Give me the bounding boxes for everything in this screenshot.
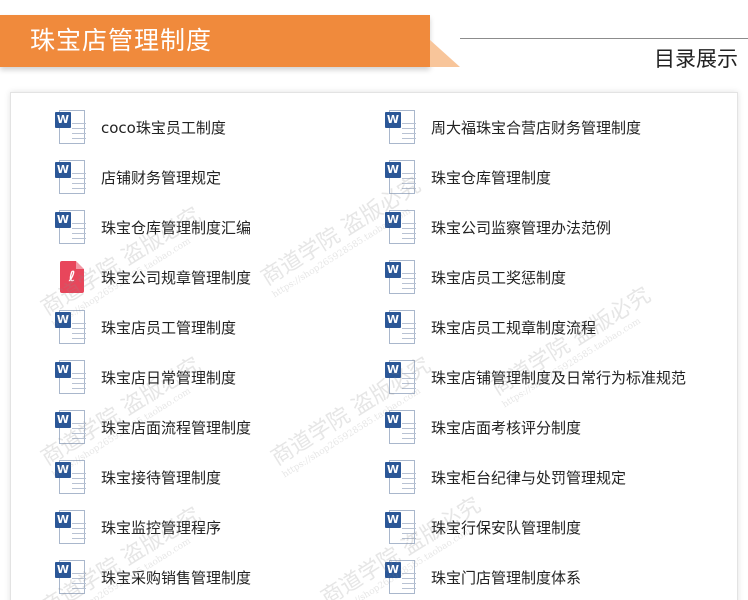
file-item[interactable]: W 珠宝监控管理程序 [11,503,341,553]
word-doc-icon: W [385,210,419,246]
word-doc-icon: W [385,360,419,396]
word-doc-icon: W [55,360,89,396]
file-name: coco珠宝员工制度 [101,119,226,137]
file-item[interactable]: W 珠宝店员工奖惩制度 [341,253,701,303]
file-name: 珠宝公司监察管理办法范例 [431,219,612,237]
file-item[interactable]: W 店铺财务管理规定 [11,153,341,203]
file-item[interactable]: ℓ 珠宝公司规章管理制度 [11,253,341,303]
file-item[interactable]: W 珠宝店面流程管理制度 [11,403,341,453]
file-name: 珠宝店员工规章制度流程 [431,319,597,337]
word-doc-icon: W [55,560,89,596]
word-doc-icon: W [385,110,419,146]
file-name: 珠宝仓库管理制度汇编 [101,219,252,237]
file-name: 珠宝店日常管理制度 [101,369,237,387]
file-name: 珠宝监控管理程序 [101,519,222,537]
header: 珠宝店管理制度 目录展示 [0,0,748,84]
pdf-icon: ℓ [55,260,89,296]
word-doc-icon: W [55,510,89,546]
file-item[interactable]: W 珠宝柜台纪律与处罚管理规定 [341,453,701,503]
word-doc-icon: W [385,260,419,296]
word-doc-icon: W [55,160,89,196]
file-item[interactable]: W 珠宝公司监察管理办法范例 [341,203,701,253]
page: 珠宝店管理制度 目录展示 Wcoco珠宝员工制度 W 店铺财务管理规定 W 珠宝仓库管理… [0,0,748,600]
file-item[interactable]: W 珠宝行保安队管理制度 [341,503,701,553]
file-name: 珠宝柜台纪律与处罚管理规定 [431,469,627,487]
header-divider [460,38,748,39]
word-doc-icon: W [55,110,89,146]
file-item[interactable]: W 珠宝店员工规章制度流程 [341,303,701,353]
file-name: 珠宝行保安队管理制度 [431,519,582,537]
file-item[interactable]: W 珠宝接待管理制度 [11,453,341,503]
file-item[interactable]: W 珠宝店员工管理制度 [11,303,341,353]
file-name: 珠宝门店管理制度体系 [431,569,582,587]
page-subtitle: 目录展示 [654,47,738,71]
file-name: 珠宝店铺管理制度及日常行为标准规范 [431,369,687,387]
file-item[interactable]: W 珠宝门店管理制度体系 [341,553,701,600]
file-item[interactable]: W 珠宝仓库管理制度汇编 [11,203,341,253]
file-item[interactable]: W 周大福珠宝合营店财务管理制度 [341,103,701,153]
word-doc-icon: W [55,310,89,346]
word-doc-icon: W [55,460,89,496]
file-grid: Wcoco珠宝员工制度 W 店铺财务管理规定 W 珠宝仓库管理制度汇编 ℓ 珠宝公司规章管理… [11,103,701,600]
file-name: 珠宝店员工奖惩制度 [431,269,567,287]
file-name: 珠宝接待管理制度 [101,469,222,487]
word-doc-icon: W [385,560,419,596]
word-doc-icon: W [55,410,89,446]
file-name: 珠宝仓库管理制度 [431,169,552,187]
file-name: 珠宝店面考核评分制度 [431,419,582,437]
file-item[interactable]: W 珠宝店面考核评分制度 [341,403,701,453]
title-banner-arrow [430,40,460,67]
word-doc-icon: W [55,210,89,246]
word-doc-icon: W [385,510,419,546]
file-column-right: W 周大福珠宝合营店财务管理制度 W 珠宝仓库管理制度 W 珠宝公司监察管理办法范例 W 珠宝… [341,103,701,600]
page-title: 珠宝店管理制度 [30,26,213,55]
file-item[interactable]: W 珠宝店铺管理制度及日常行为标准规范 [341,353,701,403]
file-name: 珠宝店面流程管理制度 [101,419,252,437]
file-item[interactable]: W 珠宝采购销售管理制度 [11,553,341,600]
file-name: 珠宝采购销售管理制度 [101,569,252,587]
word-doc-icon: W [385,310,419,346]
file-list-panel: Wcoco珠宝员工制度 W 店铺财务管理规定 W 珠宝仓库管理制度汇编 ℓ 珠宝公司规章管理… [10,92,738,600]
word-doc-icon: W [385,460,419,496]
word-doc-icon: W [385,410,419,446]
file-name: 珠宝店员工管理制度 [101,319,237,337]
file-name: 周大福珠宝合营店财务管理制度 [431,119,642,137]
file-name: 店铺财务管理规定 [101,169,222,187]
word-doc-icon: W [385,160,419,196]
file-name: 珠宝公司规章管理制度 [101,269,252,287]
file-column-left: Wcoco珠宝员工制度 W 店铺财务管理规定 W 珠宝仓库管理制度汇编 ℓ 珠宝公司规章管理… [11,103,341,600]
file-item[interactable]: Wcoco珠宝员工制度 [11,103,341,153]
file-item[interactable]: W 珠宝仓库管理制度 [341,153,701,203]
file-item[interactable]: W 珠宝店日常管理制度 [11,353,341,403]
